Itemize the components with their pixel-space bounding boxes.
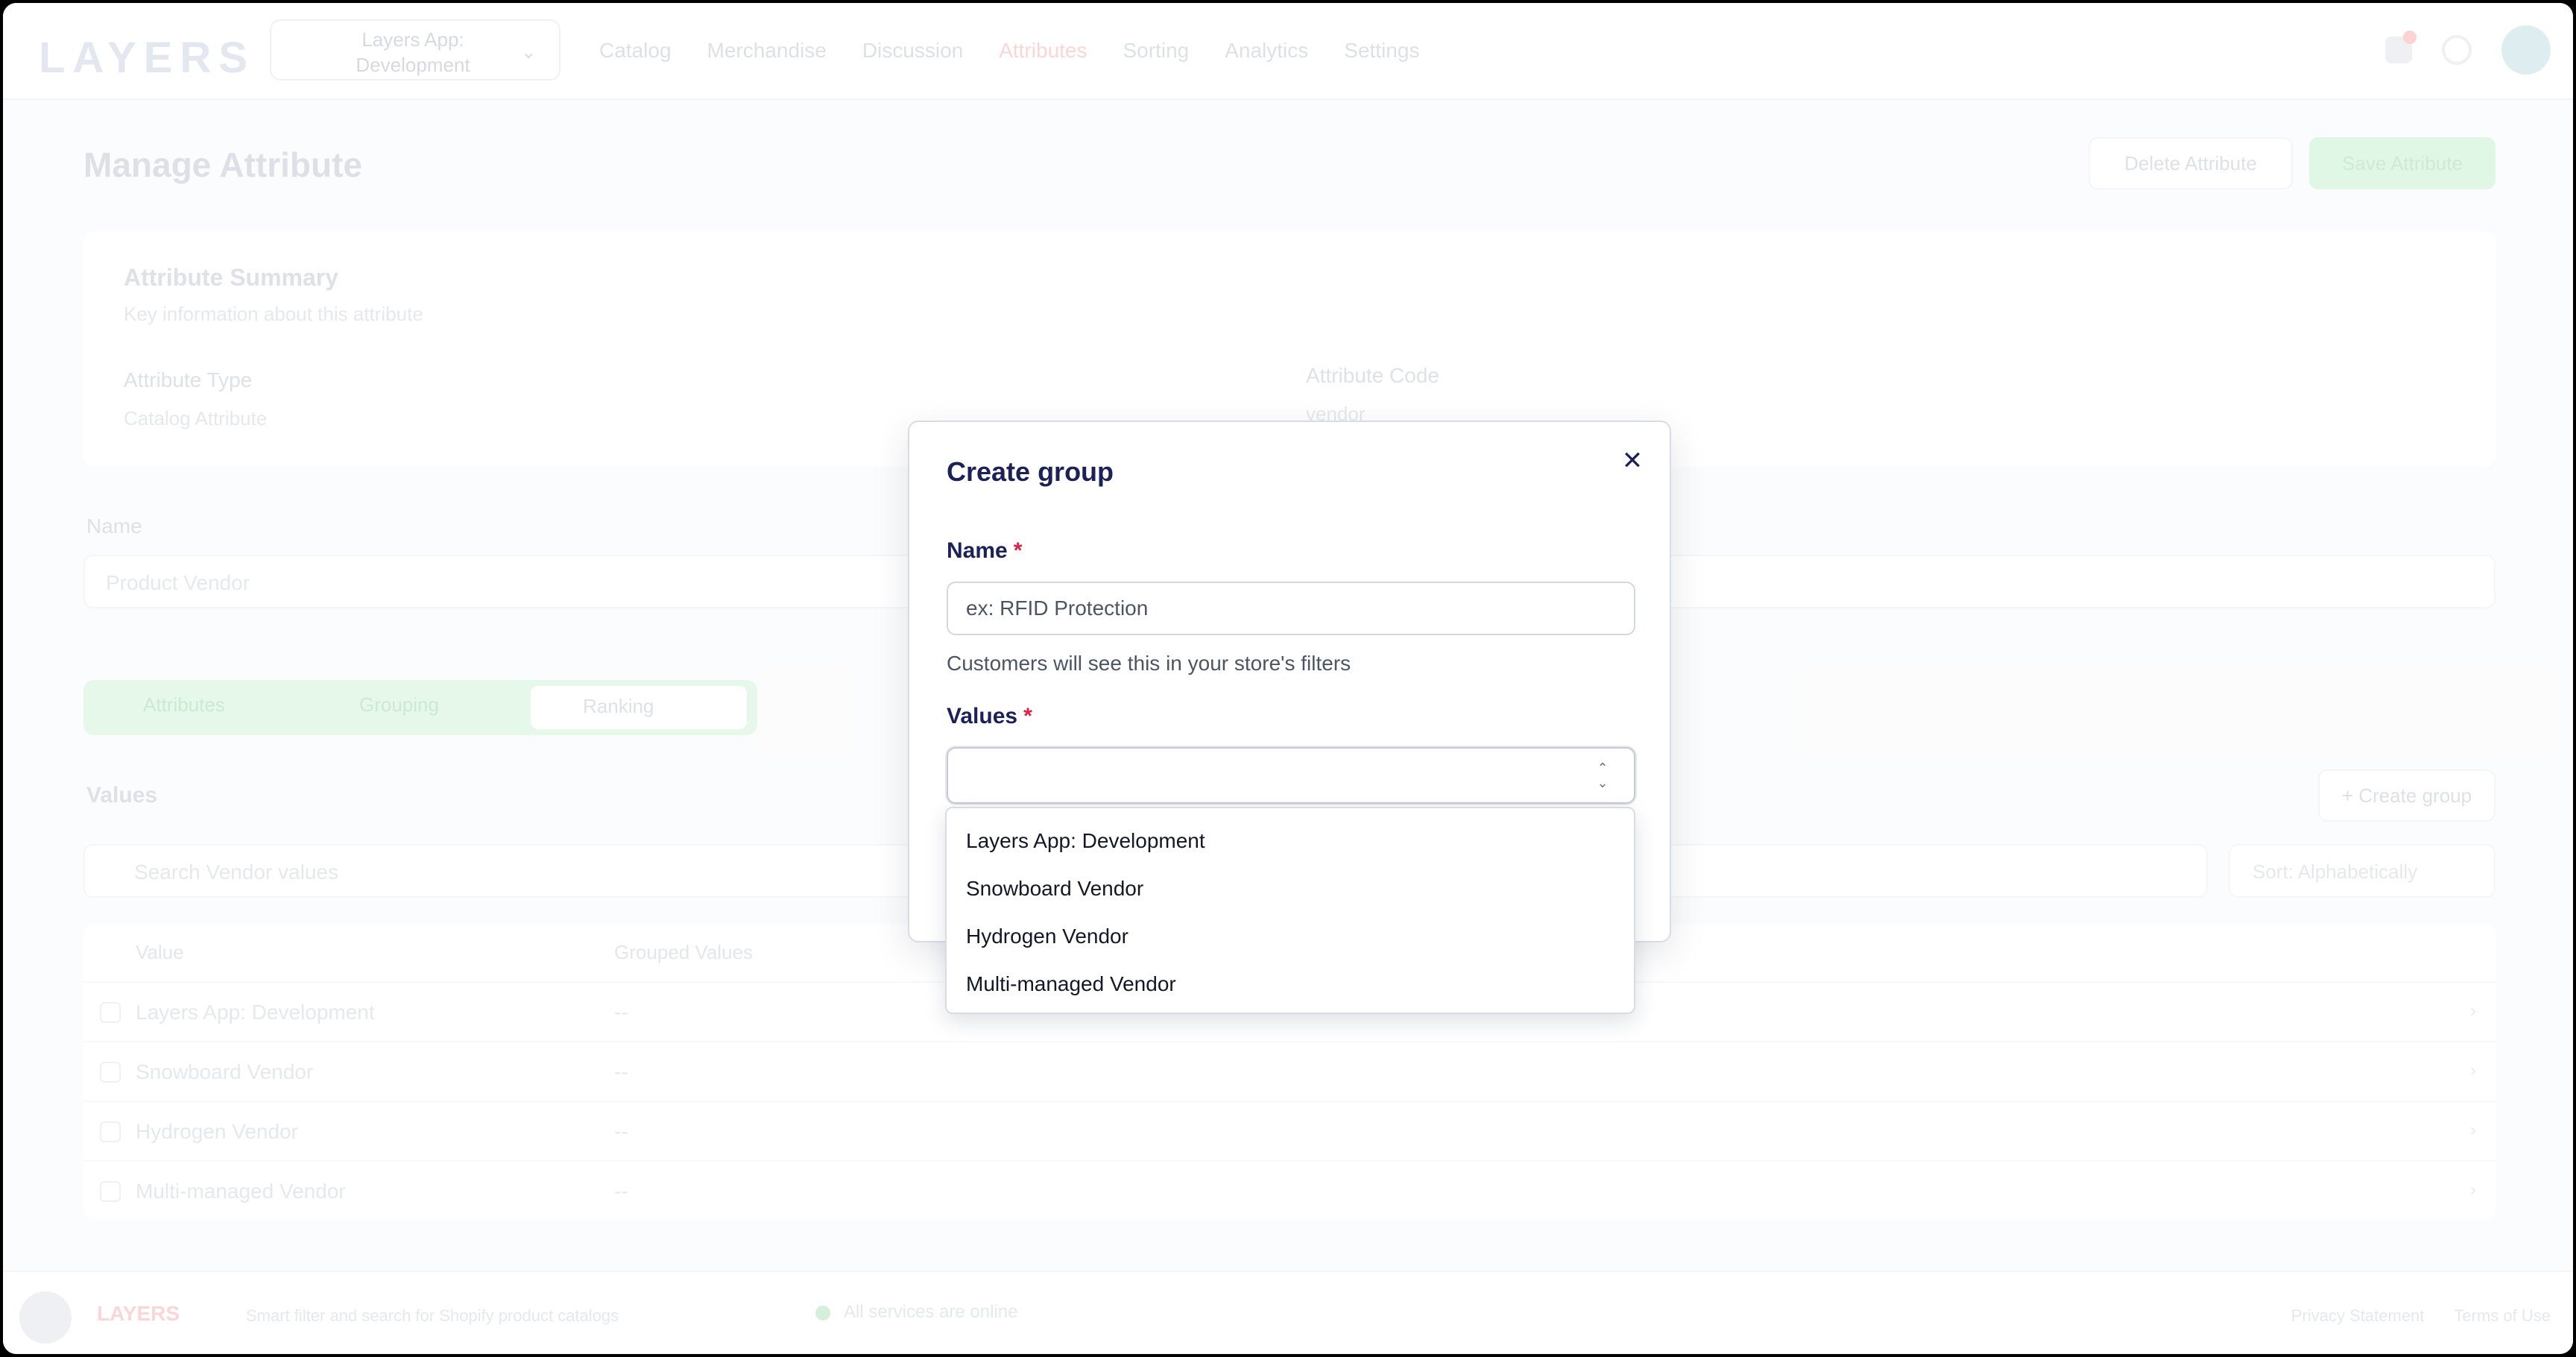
option-snowboard-vendor[interactable]: Snowboard Vendor [947,865,1634,913]
option-layers-app-development[interactable]: Layers App: Development [947,817,1634,865]
required-mark: * [1013,538,1023,563]
app-window: LAYERS Layers App: Development ⌄ Catalog… [3,3,2573,1354]
required-mark: * [1023,704,1032,728]
group-name-label: Name * [947,538,1022,564]
group-name-help: Customers will see this in your store's … [947,652,1351,675]
chevron-up-down-icon: ⌃ ⌄ [1597,761,1609,790]
close-icon[interactable]: ✕ [1616,444,1649,477]
group-name-label-text: Name [947,538,1008,563]
option-multi-managed-vendor[interactable]: Multi-managed Vendor [947,960,1634,1008]
dialog-title: Create group [947,456,1114,487]
group-name-input[interactable] [947,582,1635,635]
option-hydrogen-vendor[interactable]: Hydrogen Vendor [947,913,1634,960]
values-select[interactable]: ⌃ ⌄ [947,747,1635,804]
values-label: Values * [947,704,1032,729]
values-label-text: Values [947,704,1018,728]
values-dropdown-list: Layers App: Development Snowboard Vendor… [945,807,1635,1014]
